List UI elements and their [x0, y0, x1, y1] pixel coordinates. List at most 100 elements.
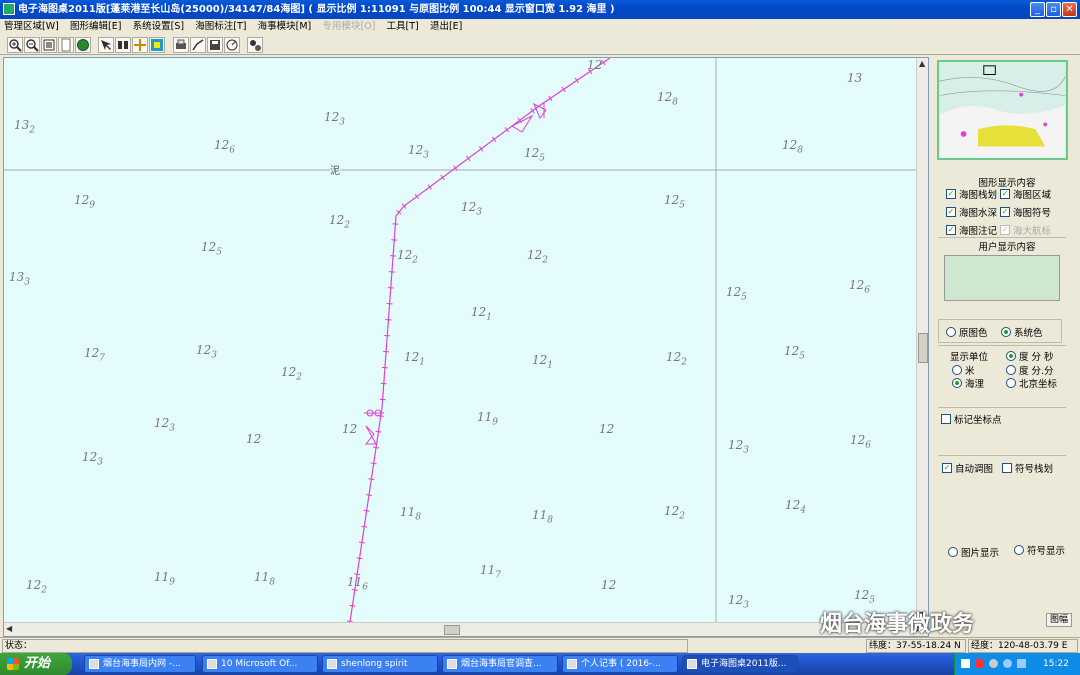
depth-sounding: 118: [254, 570, 276, 588]
clock[interactable]: 15:22: [1043, 653, 1069, 675]
print-icon[interactable]: [173, 37, 189, 53]
depth-sounding: 121: [404, 350, 426, 368]
task-intranet[interactable]: 烟台海事局内网 -...: [84, 655, 196, 673]
depth-sounding: 121: [471, 305, 493, 323]
menu-graphic-edit[interactable]: 图形编辑[E]: [66, 19, 125, 34]
right-panel: 图形显示内容 ✓ 海图栈划 ✓ 海图区域 ✓ 海图水深 ✓ 海图符号 ✓ 海图注记 ✓ 海大…: [934, 57, 1080, 637]
radio-dms[interactable]: 度 分 秒: [1006, 349, 1054, 363]
route-tick: [548, 95, 553, 102]
tab-chart-sheet[interactable]: 图幅: [1046, 613, 1072, 627]
route-tick: [356, 557, 363, 560]
save-icon[interactable]: [207, 37, 223, 53]
route-ticks: [347, 59, 606, 622]
depth-sounding: 13: [847, 71, 863, 85]
menu-tools[interactable]: 工具[T]: [383, 19, 423, 34]
depth-sounding: 12: [246, 432, 262, 446]
check-chart-symbols[interactable]: ✓ 海图符号: [1000, 205, 1051, 219]
vertical-scroll-thumb[interactable]: [918, 333, 928, 363]
route-tick: [504, 127, 510, 133]
menu-maritime-module[interactable]: 海事模块[M]: [254, 19, 316, 34]
horizontal-scroll-thumb[interactable]: [444, 625, 460, 635]
task-chart-app[interactable]: 电子海图桌2011版...: [682, 655, 798, 673]
pan-tool-icon[interactable]: [98, 37, 114, 53]
check-auto-adjust[interactable]: ✓ 自动调图: [942, 461, 993, 475]
user-content-title: 用户显示内容: [978, 242, 1036, 253]
task-notes[interactable]: 个人记事 ( 2016-...: [562, 655, 678, 673]
radio-image-display[interactable]: 图片显示: [948, 545, 999, 559]
check-mark-point[interactable]: 标记坐标点: [941, 412, 1002, 426]
task-investigation[interactable]: 烟台海事局官调查...: [442, 655, 558, 673]
task-shenlong[interactable]: shenlong spirit: [322, 655, 438, 673]
cross-marker-icon[interactable]: [132, 37, 148, 53]
horizontal-scrollbar[interactable]: ◀ ▶: [4, 622, 928, 636]
radio-nautical-mile[interactable]: 海浬: [952, 376, 984, 390]
depth-sounding: 127: [84, 346, 106, 364]
menu-bar: 管理区域[W] 图形编辑[E] 系统设置[S] 海图标注[T] 海事模块[M] …: [0, 19, 1080, 34]
close-button[interactable]: ✕: [1062, 2, 1077, 17]
tray-help-icon[interactable]: [961, 659, 970, 668]
word-icon: [207, 659, 217, 669]
document-icon: [447, 659, 457, 669]
status-bar: 状态： 纬度：37-55-18.24 N 经度：120-48-03.79 E: [0, 637, 1080, 653]
depth-sounding: 12: [587, 58, 603, 72]
zoom-in-icon[interactable]: [7, 37, 23, 53]
help-icon[interactable]: [247, 37, 263, 53]
browser-icon: [89, 659, 99, 669]
route-tick: [440, 174, 445, 181]
menu-chart-annotation[interactable]: 海图标注[T]: [191, 19, 250, 34]
radio-beijing-coord[interactable]: 北京坐标: [1006, 376, 1057, 390]
tray-network-icon[interactable]: [1003, 659, 1012, 668]
start-button[interactable]: 开始: [0, 653, 72, 675]
depth-sounding: 132: [14, 118, 36, 136]
depth-sounding: 123: [461, 200, 483, 218]
radio-dm[interactable]: 度 分.分: [1006, 363, 1054, 377]
check-chart-notes[interactable]: ✓ 海图注记: [946, 223, 997, 237]
route-tick: [530, 108, 535, 114]
radio-original-color[interactable]: 原图色: [946, 325, 988, 339]
scroll-up-icon[interactable]: ▲: [919, 59, 925, 68]
vertical-scrollbar[interactable]: ▲ ▼: [916, 58, 928, 622]
overview-minimap[interactable]: [937, 60, 1068, 160]
check-symbol-lines[interactable]: 符号栈划: [1002, 461, 1053, 475]
maximize-button[interactable]: ▫: [1046, 2, 1061, 17]
depth-sounding: 122: [527, 248, 549, 266]
tray-sync-icon[interactable]: [1017, 659, 1026, 668]
zoom-out-icon[interactable]: [24, 37, 40, 53]
tray-volume-icon[interactable]: [989, 659, 998, 668]
scroll-left-icon[interactable]: ◀: [6, 624, 12, 633]
task-office[interactable]: 10 Microsoft Of...: [202, 655, 318, 673]
radio-symbol-display[interactable]: 符号显示: [1014, 543, 1065, 557]
book-icon[interactable]: [115, 37, 131, 53]
depth-sounding: 12: [599, 422, 615, 436]
minimize-button[interactable]: _: [1030, 2, 1045, 17]
divider: [938, 455, 1066, 456]
route-tool-icon[interactable]: [190, 37, 206, 53]
latitude-readout: 纬度：37-55-18.24 N: [866, 639, 966, 653]
folder-icon: [327, 659, 337, 669]
grid-color-icon[interactable]: [149, 37, 165, 53]
depth-sounding: 123: [728, 593, 750, 611]
chart-view[interactable]: 12 13 128 123 132 126 123 125 128 129 123 125 122 125…: [3, 57, 929, 637]
unit-title: 显示单位: [950, 352, 989, 363]
check-chart-lines[interactable]: ✓ 海图栈划: [946, 187, 997, 201]
full-extent-icon[interactable]: [41, 37, 57, 53]
blank-page-icon[interactable]: [58, 37, 74, 53]
depth-sounding: 12: [342, 422, 358, 436]
depth-sounding: 123: [196, 343, 218, 361]
system-tray: 15:22: [954, 653, 1080, 675]
check-chart-area[interactable]: ✓ 海图区域: [1000, 187, 1051, 201]
depth-sounding: 123: [408, 143, 430, 161]
chart-canvas[interactable]: [4, 58, 916, 622]
check-chart-depth[interactable]: ✓ 海图水深: [946, 205, 997, 219]
radio-meter[interactable]: 米: [952, 363, 975, 377]
menu-manage-area[interactable]: 管理区域[W]: [0, 19, 63, 34]
measure-icon[interactable]: [224, 37, 240, 53]
depth-sounding: 122: [281, 365, 303, 383]
user-content-box[interactable]: [944, 255, 1060, 301]
globe-icon[interactable]: [75, 37, 91, 53]
menu-exit[interactable]: 退出[E]: [426, 19, 466, 34]
radio-system-color[interactable]: 系统色: [1001, 325, 1043, 339]
depth-sounding: 129: [74, 193, 96, 211]
menu-system-settings[interactable]: 系统设置[S]: [129, 19, 188, 34]
tray-security-icon[interactable]: [975, 659, 984, 668]
